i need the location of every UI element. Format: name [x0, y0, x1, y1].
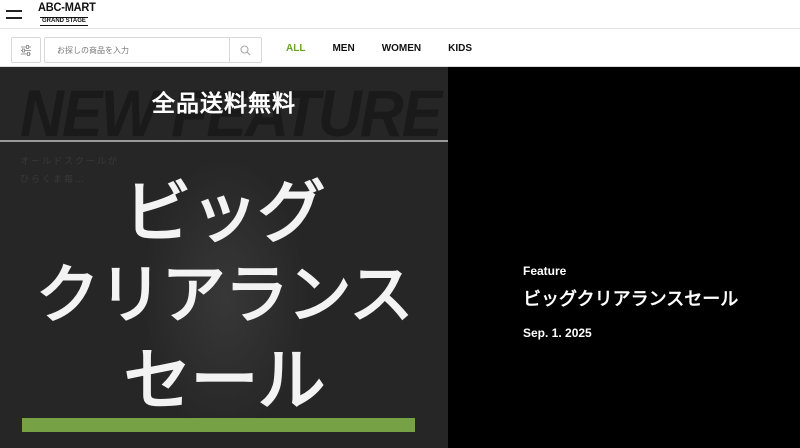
sliders-icon: [21, 44, 31, 56]
banner-headline-line-2: クリアランス: [35, 259, 414, 333]
logo-sub-text: GRAND STAGE: [40, 17, 88, 26]
search-button[interactable]: [229, 38, 261, 62]
free-shipping-text: 全品送料無料: [152, 91, 296, 117]
hero-section: NEW FEATURE オールドスクールが ひらくま毎… 全品送料無料 ビッグ …: [0, 67, 800, 448]
banner-divider: [0, 140, 448, 142]
tab-kids[interactable]: KIDS: [448, 43, 472, 54]
feature-date: Sep. 1. 2025: [523, 326, 592, 340]
tab-all[interactable]: ALL: [286, 43, 305, 54]
tab-men[interactable]: MEN: [332, 43, 354, 54]
feature-info: Feature ビッグクリアランスセール Sep. 1. 2025: [523, 264, 793, 340]
category-tabs: ALL MEN WOMEN KIDS: [286, 29, 499, 67]
search-nav-bar: ALL MEN WOMEN KIDS: [0, 29, 800, 67]
banner-headline-line-3: セール: [123, 342, 325, 421]
search-box: [44, 37, 262, 63]
logo-main-text: ABC-MART: [38, 1, 96, 15]
search-input[interactable]: [45, 38, 229, 62]
feature-title[interactable]: ビッグクリアランスセール: [523, 285, 793, 311]
sale-banner[interactable]: NEW FEATURE オールドスクールが ひらくま毎… 全品送料無料 ビッグ …: [0, 67, 448, 448]
hamburger-icon[interactable]: [6, 9, 22, 20]
filter-button[interactable]: [11, 37, 41, 63]
banner-accent-bar: [22, 418, 415, 432]
logo[interactable]: ABC-MART GRAND STAGE: [38, 2, 98, 27]
top-bar: ABC-MART GRAND STAGE: [0, 0, 800, 29]
tab-women[interactable]: WOMEN: [382, 43, 421, 54]
feature-label: Feature: [523, 264, 567, 278]
banner-headline-line-1: ビッグ: [123, 174, 325, 253]
search-icon: [240, 44, 251, 55]
